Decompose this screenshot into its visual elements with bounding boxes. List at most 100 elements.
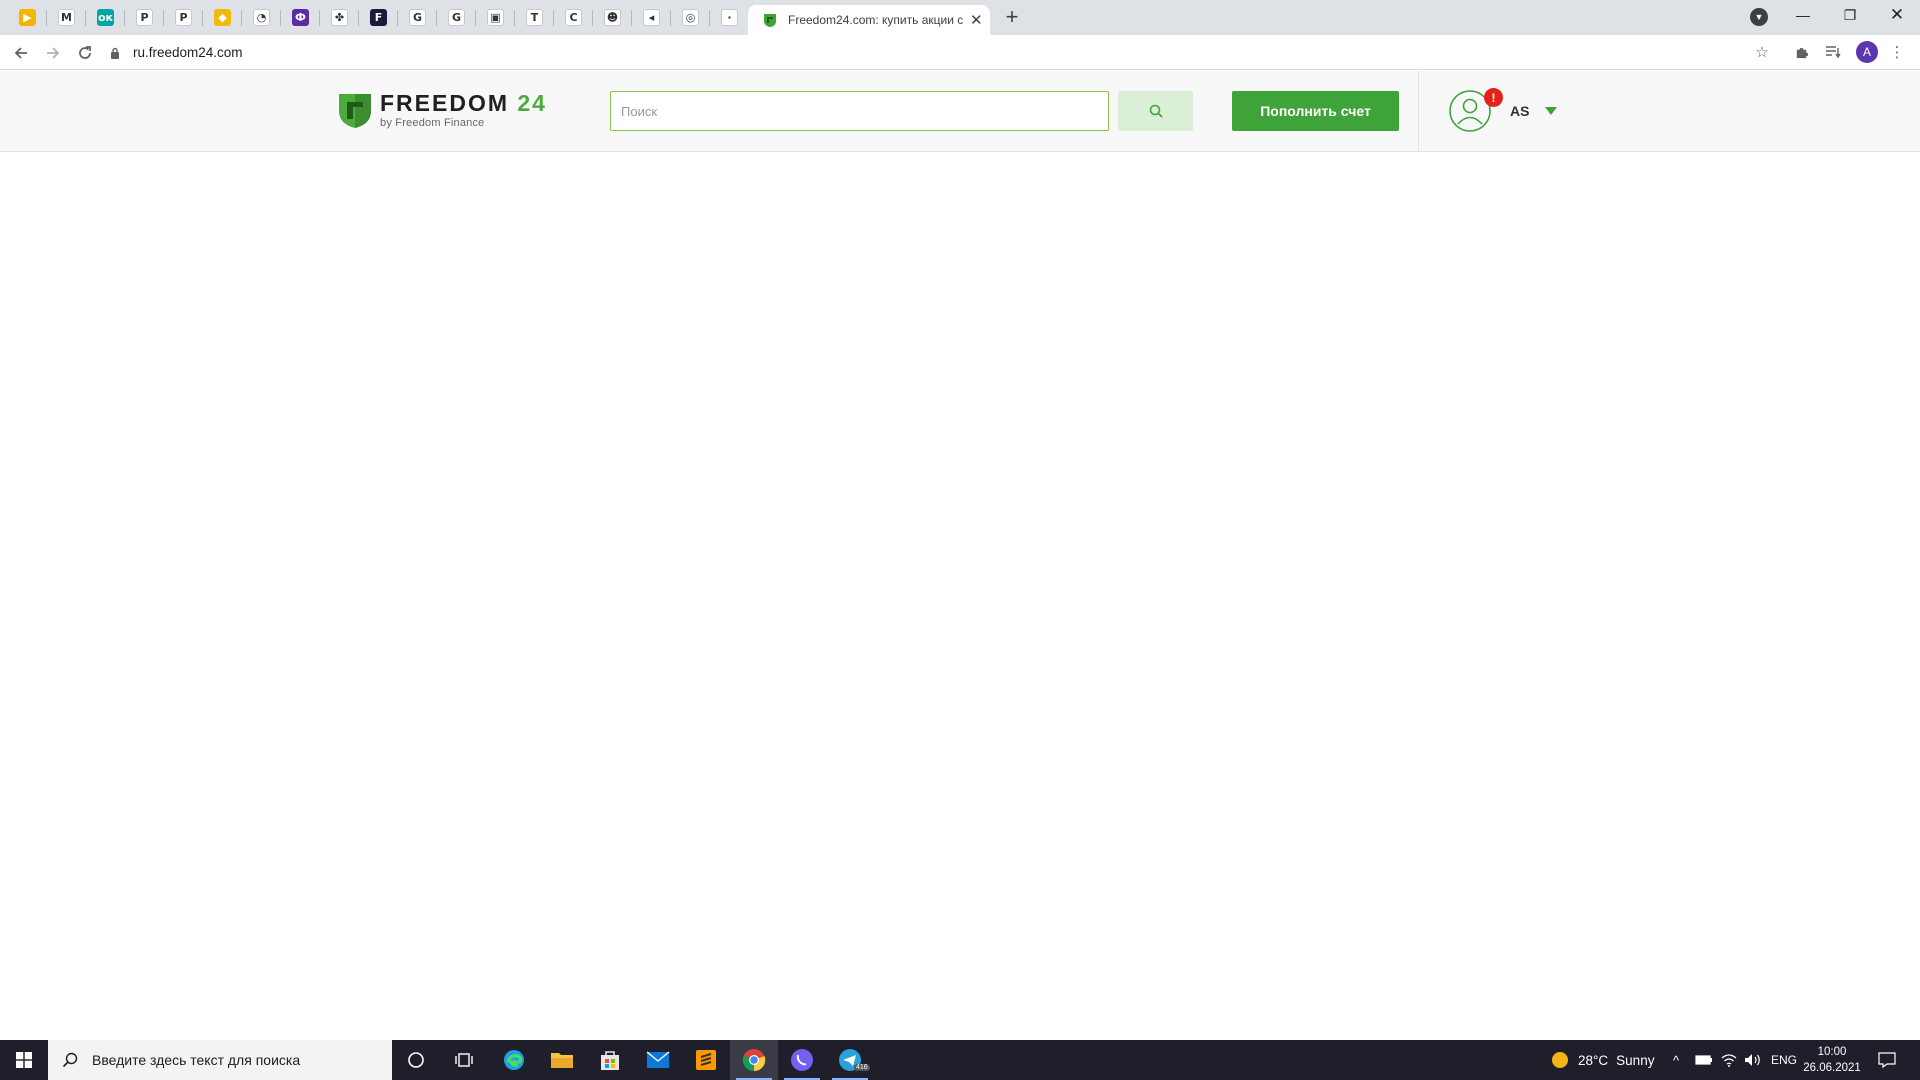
store-app[interactable] [586,1040,634,1080]
c-tab[interactable]: C [554,0,593,35]
forward-arrow-icon [47,47,60,59]
windows-taskbar: Введите здесь текст для поиска 416 28°C … [0,1040,1920,1080]
folder-icon [551,1053,573,1068]
active-tab[interactable]: Freedom24.com: купить акции с ✕ [748,5,990,35]
circle-tab[interactable]: ◎ [671,0,710,35]
p-blue-logo-icon: P [175,9,192,26]
green-tab[interactable]: ✤ [320,0,359,35]
profile-avatar[interactable]: A [1856,41,1878,63]
avatar-tab[interactable]: ☻ [593,0,632,35]
cortana-circle-icon [408,1052,424,1068]
start-button[interactable] [0,1040,48,1080]
minimize-button[interactable]: — [1780,0,1826,30]
p-logo-icon: P [136,9,153,26]
wifi-icon[interactable] [1721,1040,1737,1080]
chrome-app[interactable] [730,1040,778,1080]
taskbar-search-box[interactable]: Введите здесь текст для поиска [48,1040,392,1080]
p-tab-2[interactable]: P [164,0,203,35]
green-cross-icon: ✤ [331,9,348,26]
search-icon [62,1052,78,1068]
yellow-play-icon: ▶ [19,9,36,26]
user-menu[interactable]: ! AS [1448,88,1558,133]
lock-icon [111,47,119,59]
sublime-text-app[interactable] [682,1040,730,1080]
ok-tab[interactable]: ок [86,0,125,35]
battery-icon[interactable] [1695,1040,1713,1080]
google-keep-tab[interactable]: ▶ [8,0,47,35]
system-clock[interactable]: 10:00 26.06.2021 [1800,1044,1864,1076]
close-window-button[interactable]: ✕ [1874,0,1920,30]
f-tab[interactable]: F [359,0,398,35]
google-tab-2[interactable]: G [437,0,476,35]
chart-tab[interactable]: ▣ [476,0,515,35]
cortana-button[interactable] [392,1040,440,1080]
google-icon: G [448,9,465,26]
t-logo-icon: T [526,9,543,26]
chrome-menu-icon[interactable]: ⋮ [1886,41,1908,63]
chrome-icon [742,1049,766,1072]
site-search-input[interactable]: Поиск [610,91,1109,131]
viber-icon [791,1049,813,1071]
gmail-icon: M [58,9,75,26]
google-icon: G [409,9,426,26]
clock-time: 10:00 [1817,1046,1847,1058]
google-tab-1[interactable]: G [398,0,437,35]
extensions-icon[interactable] [1790,41,1812,63]
store-bag-icon [601,1051,619,1070]
back-button[interactable] [8,40,34,66]
loading-tab[interactable]: · [710,0,749,35]
search-icon [1149,104,1163,118]
audio-tab[interactable]: ◂ [632,0,671,35]
new-tab-button[interactable]: + [1000,4,1024,29]
url-text: ru.freedom24.com [133,45,243,60]
header-divider [1418,71,1419,152]
viber-app[interactable] [778,1040,826,1080]
sublime-icon [696,1050,716,1070]
search-button[interactable] [1118,91,1193,131]
restore-button[interactable]: ❐ [1827,0,1873,30]
back-arrow-icon [14,47,27,59]
t-tab[interactable]: T [515,0,554,35]
ok-icon: ок [97,9,114,26]
p-tab-1[interactable]: P [125,0,164,35]
forward-button[interactable] [40,40,66,66]
reload-button[interactable] [72,40,98,66]
task-view-button[interactable] [440,1040,488,1080]
file-explorer-app[interactable] [538,1040,586,1080]
gauge-icon: ◔ [253,9,270,26]
logo-subtitle: by Freedom Finance [380,116,485,129]
telegram-app[interactable]: 416 [826,1040,874,1080]
weather-condition: Sunny [1616,1052,1655,1068]
notification-alert-badge[interactable]: ! [1484,88,1503,107]
language-indicator[interactable]: ENG [1771,1040,1797,1080]
action-center-icon[interactable] [1878,1040,1896,1080]
browser-toolbar: ru.freedom24.com ☆ A ⋮ [0,35,1920,70]
freedom24-logo[interactable]: FREEDOM 24 by Freedom Finance [338,91,547,129]
purple-logo-icon: Ф [292,9,309,26]
gauge-tab[interactable]: ◔ [242,0,281,35]
c-logo-icon: C [565,9,582,26]
edge-app[interactable] [490,1040,538,1080]
gmail-tab[interactable]: M [47,0,86,35]
close-tab-icon[interactable]: ✕ [970,11,983,29]
search-placeholder: Поиск [621,103,658,119]
weather-widget[interactable]: 28°C Sunny [1552,1040,1654,1080]
f-logo-icon: F [370,9,387,26]
circle-logo-icon: ◎ [682,9,699,26]
tab-search-icon[interactable]: ▼ [1750,8,1768,26]
volume-icon[interactable] [1744,1040,1762,1080]
mail-app[interactable] [634,1040,682,1080]
reading-list-icon[interactable] [1822,41,1844,63]
show-hidden-icons-button[interactable]: ^ [1673,1040,1679,1080]
face-icon: ☻ [604,9,621,26]
binance-tab[interactable]: ◆ [203,0,242,35]
task-view-icon [455,1053,473,1067]
purple-tab[interactable]: Ф [281,0,320,35]
address-bar[interactable]: ru.freedom24.com [110,39,1760,66]
top-up-account-button[interactable]: Пополнить счет [1232,91,1399,131]
chevron-down-icon[interactable] [1545,107,1558,115]
chart-box-icon: ▣ [487,9,504,26]
loading-icon: · [721,9,738,26]
user-initials: AS [1510,103,1530,119]
bookmark-star-icon[interactable]: ☆ [1751,41,1773,63]
